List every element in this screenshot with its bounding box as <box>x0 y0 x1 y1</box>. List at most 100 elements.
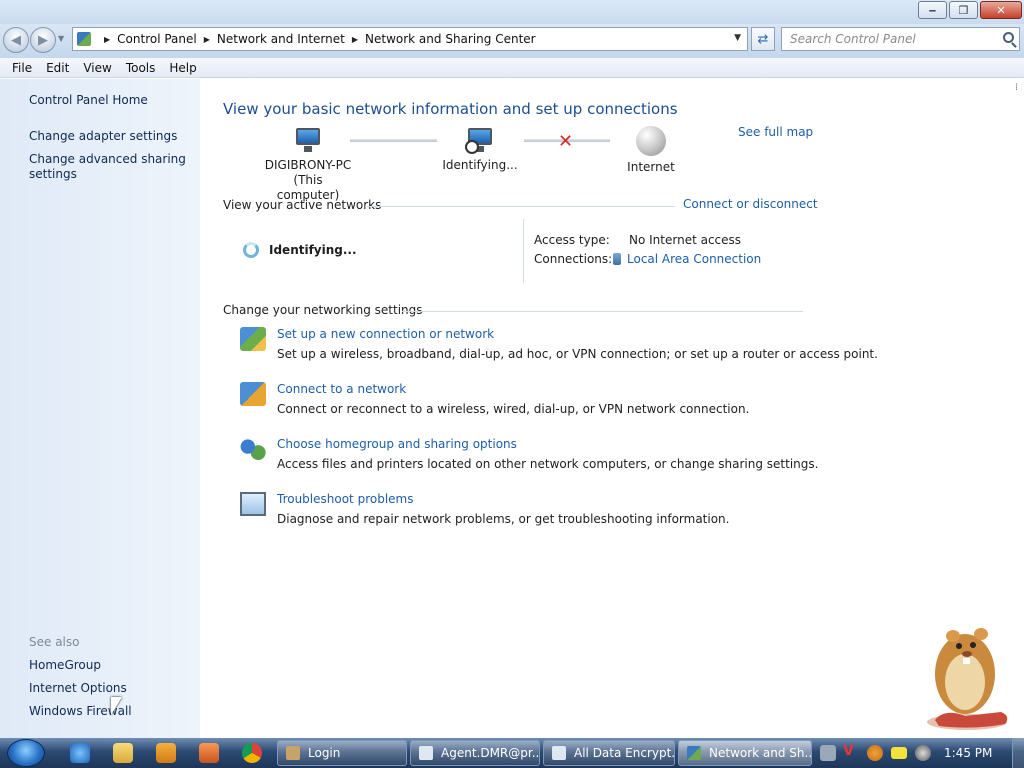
forward-button[interactable]: ▶ <box>30 27 56 53</box>
connections-label: Connections: <box>534 252 613 266</box>
network-name: Identifying... <box>269 243 357 257</box>
change-advanced-sharing-link[interactable]: Change advanced sharing settings <box>29 152 189 182</box>
start-button[interactable] <box>7 739 45 767</box>
divider <box>365 206 675 207</box>
window-app-icon <box>419 746 433 760</box>
forward-arrow-icon: ▶ <box>38 32 48 48</box>
task-homegroup: Choose homegroup and sharing options Acc… <box>240 437 840 473</box>
menu-file[interactable]: File <box>5 61 39 75</box>
breadcrumb-control-panel[interactable]: Control Panel <box>117 32 197 46</box>
busy-spinner-icon <box>243 242 259 258</box>
setup-connection-link[interactable]: Set up a new connection or network <box>277 327 494 341</box>
troubleshoot-icon <box>240 492 266 516</box>
task-setup-connection: Set up a new connection or network Set u… <box>240 327 878 363</box>
access-type-value: No Internet access <box>629 233 742 247</box>
connect-network-description: Connect or reconnect to a wireless, wire… <box>277 402 750 416</box>
notes-tray-icon[interactable] <box>891 747 907 759</box>
media-player-icon[interactable] <box>156 743 176 763</box>
menu-edit[interactable]: Edit <box>39 61 76 75</box>
back-arrow-icon: ◀ <box>11 32 21 48</box>
troubleshoot-link[interactable]: Troubleshoot problems <box>277 492 413 506</box>
no-connection-x-icon: ✕ <box>558 131 574 152</box>
search-input[interactable]: Search Control Panel <box>781 27 1020 51</box>
map-node-computer[interactable]: DIGIBRONY-PC (This computer) <box>262 126 354 203</box>
breadcrumb-arrow-icon[interactable]: ▶ <box>104 35 110 44</box>
local-area-connection-link[interactable]: Local Area Connection <box>613 252 761 266</box>
computer-name: DIGIBRONY-PC <box>264 158 352 172</box>
app-launcher-icon[interactable] <box>199 743 219 763</box>
address-dropdown-icon[interactable]: ▼ <box>734 33 741 43</box>
change-adapter-settings-link[interactable]: Change adapter settings <box>29 129 177 144</box>
homegroup-sharing-description: Access files and printers located on oth… <box>277 457 819 471</box>
taskbar: Login Agent.DMR@pr... All Data Encrypt..… <box>0 738 1024 768</box>
taskbar-item-label: Login <box>308 746 341 760</box>
maximize-button[interactable]: ❐ <box>949 1 978 19</box>
setup-connection-description: Set up a wireless, broadband, dial-up, a… <box>277 347 878 361</box>
breadcrumb-network-and-internet[interactable]: Network and Internet <box>217 32 345 46</box>
show-desktop-button[interactable] <box>1012 738 1024 768</box>
window-controls: ‒ ❐ ✕ <box>918 1 1022 19</box>
main-content: ⁞ View your basic network information an… <box>200 79 1024 738</box>
page-title: View your basic network information and … <box>223 100 678 118</box>
tray-app-icon[interactable] <box>820 745 836 761</box>
network-setup-icon <box>240 327 266 351</box>
connect-network-link[interactable]: Connect to a network <box>277 382 406 396</box>
chrome-icon[interactable] <box>242 743 262 763</box>
login-app-icon <box>286 746 300 760</box>
menu-view[interactable]: View <box>76 61 118 75</box>
internet-globe-icon <box>636 126 666 156</box>
antivirus-tray-icon[interactable]: V <box>843 743 859 759</box>
refresh-button[interactable]: ⇄ <box>751 27 775 51</box>
identifying-network-icon <box>465 126 495 154</box>
task-troubleshoot: Troubleshoot problems Diagnose and repai… <box>240 492 840 528</box>
homegroup-icon <box>240 437 266 461</box>
taskbar-item-login[interactable]: Login <box>277 740 407 766</box>
see-full-map-link[interactable]: See full map <box>738 125 813 139</box>
ethernet-connection-icon <box>613 253 621 265</box>
minimize-button[interactable]: ‒ <box>918 1 947 19</box>
homegroup-link[interactable]: HomeGroup <box>29 658 101 673</box>
taskbar-item-label: Agent.DMR@pr... <box>441 746 540 760</box>
menu-tools[interactable]: Tools <box>119 61 163 75</box>
taskbar-item-encrypt[interactable]: All Data Encrypt... <box>543 740 675 766</box>
internet-explorer-icon[interactable] <box>70 743 90 763</box>
control-panel-icon <box>77 32 91 46</box>
identifying-label: Identifying... <box>442 158 518 172</box>
taskbar-item-agent[interactable]: Agent.DMR@pr... <box>410 740 540 766</box>
task-connect-network: Connect to a network Connect or reconnec… <box>240 382 840 418</box>
map-node-internet[interactable]: Internet <box>624 126 678 175</box>
troubleshoot-description: Diagnose and repair network problems, or… <box>277 512 730 526</box>
taskbar-item-network-sharing[interactable]: Network and Sh... <box>678 740 812 766</box>
back-button[interactable]: ◀ <box>3 27 29 53</box>
access-type-label: Access type: <box>534 233 610 247</box>
active-network-entry: Identifying... <box>243 242 357 258</box>
file-explorer-icon[interactable] <box>113 743 133 763</box>
control-panel-icon <box>687 746 701 760</box>
connect-or-disconnect-link[interactable]: Connect or disconnect <box>683 197 818 211</box>
map-connector-line <box>350 139 437 142</box>
address-bar[interactable]: ▶ Control Panel ▶ Network and Internet ▶… <box>72 27 748 51</box>
close-button[interactable]: ✕ <box>980 1 1022 19</box>
left-task-pane: Control Panel Home Change adapter settin… <box>0 79 200 738</box>
recent-pages-dropdown-icon[interactable]: ▼ <box>58 34 64 43</box>
refresh-icon: ⇄ <box>757 31 769 47</box>
volume-tray-icon[interactable] <box>915 745 931 761</box>
search-tray-icon[interactable] <box>867 745 883 761</box>
breadcrumb-network-sharing-center[interactable]: Network and Sharing Center <box>365 32 536 46</box>
homegroup-sharing-link[interactable]: Choose homegroup and sharing options <box>277 437 517 451</box>
breadcrumb-arrow-icon[interactable]: ▶ <box>204 35 210 44</box>
window-app-icon <box>552 746 566 760</box>
internet-options-link[interactable]: Internet Options <box>29 681 127 696</box>
resize-gripper-icon: ⁞ <box>1014 82 1018 93</box>
search-icon[interactable] <box>1003 32 1014 43</box>
control-panel-home-link[interactable]: Control Panel Home <box>29 93 148 108</box>
active-networks-header: View your active networks <box>223 198 382 212</box>
taskbar-item-label: All Data Encrypt... <box>574 746 675 760</box>
taskbar-item-label: Network and Sh... <box>709 746 812 760</box>
title-bar: ‒ ❐ ✕ <box>0 0 1024 24</box>
map-node-identifying[interactable]: Identifying... <box>440 126 520 173</box>
menu-help[interactable]: Help <box>162 61 203 75</box>
taskbar-clock[interactable]: 1:45 PM <box>944 746 992 760</box>
breadcrumb-arrow-icon[interactable]: ▶ <box>352 35 358 44</box>
menu-bar: File Edit View Tools Help <box>0 58 1024 78</box>
